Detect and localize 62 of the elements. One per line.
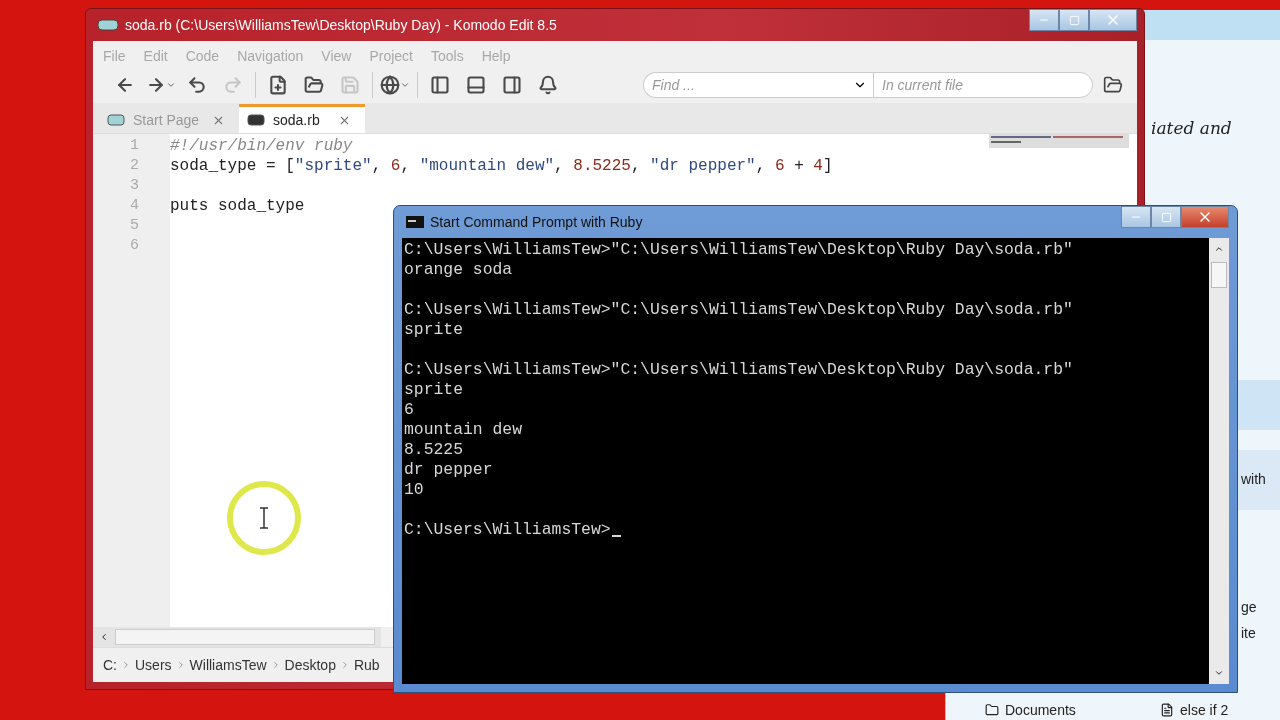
line-number: 5	[129, 216, 140, 236]
folder-icon[interactable]	[1103, 75, 1123, 95]
console-line: C:\Users\WilliamsTew>"C:\Users\WilliamsTew\Desktop\Ruby Day\soda.rb"	[404, 360, 1073, 379]
window-title: Start Command Prompt with Ruby	[430, 214, 643, 230]
console-line: 6	[404, 400, 414, 419]
maximize-button[interactable]	[1059, 9, 1089, 31]
line-number: 2	[129, 156, 140, 176]
vertical-scrollbar[interactable]	[1209, 238, 1229, 684]
scope-input[interactable]: In current file	[874, 77, 1092, 93]
app-icon	[97, 19, 119, 31]
code-line: soda_type = ["sprite", 6, "mountain dew", 8.5225, "dr pepper", 6 + 4]	[170, 157, 833, 175]
maximize-icon	[1068, 14, 1080, 26]
folder-icon	[985, 703, 999, 717]
maximize-button[interactable]	[1151, 206, 1181, 228]
scroll-down-icon[interactable]	[1214, 668, 1224, 678]
console-line: C:\Users\WilliamsTew>"C:\Users\WilliamsTew\Desktop\Ruby Day\soda.rb"	[404, 300, 1073, 319]
document-text: iated and	[1151, 118, 1232, 138]
console-line: C:\Users\WilliamsTew>	[404, 520, 611, 539]
taskbar-item[interactable]: Documents	[985, 702, 1076, 718]
minimize-button[interactable]	[1121, 206, 1151, 228]
list-item[interactable]: ge	[1241, 599, 1257, 615]
separator-icon	[121, 660, 131, 670]
close-button[interactable]	[1089, 9, 1137, 31]
scroll-up-icon[interactable]	[1214, 244, 1224, 254]
file-tab[interactable]: soda.rb	[239, 104, 365, 133]
code-line: puts soda_type	[170, 197, 305, 215]
line-number: 3	[129, 176, 140, 196]
console-line: 8.5225	[404, 440, 464, 459]
maximize-icon	[1160, 211, 1172, 223]
console-line: dr pepper	[404, 460, 493, 479]
close-button[interactable]	[1181, 206, 1229, 228]
console-line: sprite	[404, 320, 464, 339]
console-line: orange soda	[404, 260, 513, 279]
file-icon	[1160, 703, 1174, 717]
find-input[interactable]: Find ...	[644, 77, 853, 93]
minimize-button[interactable]	[1029, 9, 1059, 31]
line-number: 4	[129, 196, 140, 216]
find-field[interactable]: Find ...	[643, 72, 873, 98]
line-number: 1	[129, 136, 140, 156]
console-icon	[406, 216, 424, 228]
breadcrumb-item[interactable]: C:	[103, 657, 117, 673]
scope-field[interactable]: In current file	[873, 72, 1093, 98]
console-line: mountain dew	[404, 420, 523, 439]
cursor-highlight-icon	[224, 478, 304, 558]
breadcrumb-item[interactable]: Users	[135, 657, 172, 673]
taskbar-item[interactable]: else if 2	[1160, 702, 1229, 718]
console-line: 10	[404, 480, 424, 499]
breadcrumb-item[interactable]: WilliamsTew	[189, 657, 267, 673]
menu-label[interactable]: with	[1241, 471, 1266, 487]
code-line: #!/usr/bin/env ruby	[170, 137, 353, 155]
console-line: sprite	[404, 380, 464, 399]
file-icon	[107, 114, 125, 126]
breadcrumb-item[interactable]: Rub	[353, 657, 380, 673]
horizontal-scrollbar[interactable]	[93, 627, 381, 647]
console-line: C:\Users\WilliamsTew>"C:\Users\WilliamsTew\Desktop\Ruby Day\soda.rb"	[404, 240, 1073, 259]
window-title: soda.rb (C:\Users\WilliamsTew\Desktop\Ruby Day) - Komodo Edit 8.5	[125, 17, 557, 33]
scroll-left-icon[interactable]	[99, 632, 109, 642]
list-item[interactable]: ite	[1241, 625, 1256, 641]
breadcrumb-item[interactable]: Desktop	[284, 657, 336, 673]
file-icon	[247, 114, 265, 126]
line-number: 6	[129, 236, 140, 256]
scroll-thumb[interactable]	[1211, 262, 1227, 288]
